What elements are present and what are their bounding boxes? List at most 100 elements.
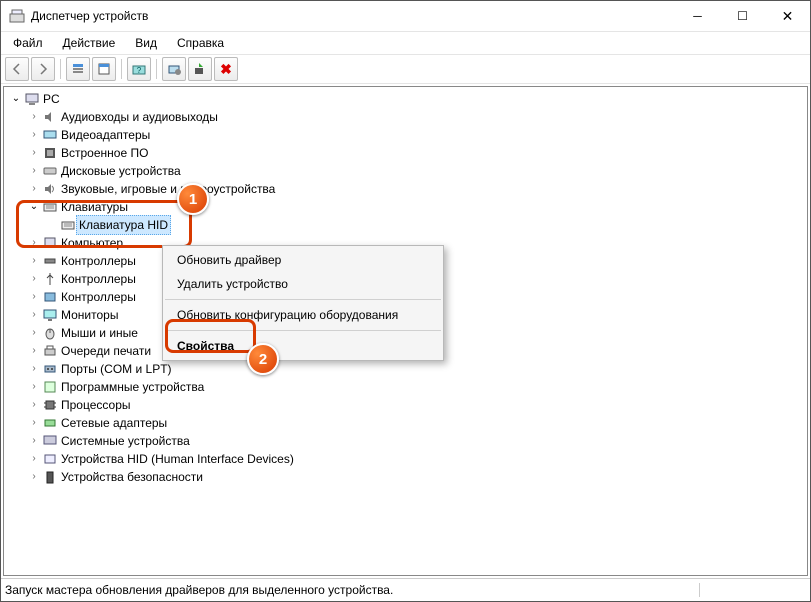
- keyboard-icon: [42, 199, 58, 215]
- expand-icon[interactable]: ›: [26, 270, 42, 288]
- window-controls: ─ ☐ ✕: [675, 1, 810, 31]
- node-label: Устройства HID (Human Interface Devices): [61, 450, 294, 468]
- expand-icon[interactable]: ›: [26, 342, 42, 360]
- tb-back[interactable]: [5, 57, 29, 81]
- tb-scan[interactable]: [162, 57, 186, 81]
- node-label: Системные устройства: [61, 432, 190, 450]
- cm-properties[interactable]: Свойства: [163, 334, 443, 358]
- node-label: Сетевые адаптеры: [61, 414, 167, 432]
- window-title: Диспетчер устройств: [31, 9, 675, 23]
- print-queue-icon: [42, 343, 58, 359]
- tb-details[interactable]: [66, 57, 90, 81]
- status-text: Запуск мастера обновления драйверов для …: [5, 583, 700, 597]
- node-label: Звуковые, игровые и видеоустройства: [61, 180, 275, 198]
- expand-icon[interactable]: ›: [26, 144, 42, 162]
- expand-icon[interactable]: ›: [26, 396, 42, 414]
- expand-icon[interactable]: ›: [26, 378, 42, 396]
- tb-help[interactable]: ?: [127, 57, 151, 81]
- expand-icon[interactable]: ›: [26, 288, 42, 306]
- tree-item[interactable]: › Сетевые адаптеры: [6, 414, 805, 432]
- node-label: Мониторы: [61, 306, 118, 324]
- toolbar-sep: [121, 59, 122, 79]
- expand-icon[interactable]: ›: [26, 360, 42, 378]
- node-label: Контроллеры: [61, 288, 136, 306]
- node-label: Дисковые устройства: [61, 162, 181, 180]
- maximize-button[interactable]: ☐: [720, 1, 765, 31]
- node-label: Программные устройства: [61, 378, 204, 396]
- tree-item-keyboard-hid[interactable]: Клавиатура HID: [6, 216, 805, 234]
- menubar: Файл Действие Вид Справка: [1, 32, 810, 54]
- usb-icon: [42, 271, 58, 287]
- expand-icon[interactable]: ›: [26, 162, 42, 180]
- node-label: Компьютер: [61, 234, 123, 252]
- close-button[interactable]: ✕: [765, 1, 810, 31]
- tree-item[interactable]: ›Видеоадаптеры: [6, 126, 805, 144]
- tree-item[interactable]: › Системные устройства: [6, 432, 805, 450]
- tree-item[interactable]: › Звуковые, игровые и видеоустройства: [6, 180, 805, 198]
- cm-update-driver[interactable]: Обновить драйвер: [163, 248, 443, 272]
- firmware-icon: [42, 145, 58, 161]
- device-manager-window: Диспетчер устройств ─ ☐ ✕ Файл Действие …: [0, 0, 811, 602]
- monitor-icon: [42, 307, 58, 323]
- audio-io-icon: [42, 109, 58, 125]
- node-label: Устройства безопасности: [61, 468, 203, 486]
- tree-item[interactable]: › Устройства безопасности: [6, 468, 805, 486]
- expand-icon[interactable]: ›: [26, 468, 42, 486]
- controller-icon: [42, 253, 58, 269]
- computer-icon: [42, 235, 58, 251]
- expand-icon[interactable]: ›: [26, 324, 42, 342]
- tree-item[interactable]: › Дисковые устройства: [6, 162, 805, 180]
- tree-item[interactable]: › Аудиовходы и аудиовыходы: [6, 108, 805, 126]
- expand-icon[interactable]: ›: [26, 234, 42, 252]
- expand-icon[interactable]: ›: [26, 180, 42, 198]
- tb-update[interactable]: [188, 57, 212, 81]
- node-label: Контроллеры: [61, 252, 136, 270]
- svg-text:?: ?: [137, 66, 142, 75]
- computer-icon: [24, 91, 40, 107]
- toolbar-sep: [156, 59, 157, 79]
- sound-icon: [42, 181, 58, 197]
- cm-separator: [165, 299, 441, 300]
- tree-item[interactable]: › Процессоры: [6, 396, 805, 414]
- tb-props[interactable]: [92, 57, 116, 81]
- expand-icon[interactable]: ›: [26, 252, 42, 270]
- cm-separator: [165, 330, 441, 331]
- node-label: Аудиовходы и аудиовыходы: [61, 108, 218, 126]
- expand-icon[interactable]: ›: [26, 126, 42, 144]
- tb-forward[interactable]: [31, 57, 55, 81]
- node-label: Встроенное ПО: [61, 144, 148, 162]
- app-icon: [9, 8, 25, 24]
- node-label: Очереди печати: [61, 342, 151, 360]
- expand-icon[interactable]: ›: [26, 306, 42, 324]
- x-icon: ✖: [220, 61, 232, 78]
- storage-controller-icon: [42, 289, 58, 305]
- expand-icon[interactable]: ›: [26, 108, 42, 126]
- display-adapter-icon: [42, 127, 58, 143]
- cm-remove-device[interactable]: Удалить устройство: [163, 272, 443, 296]
- expand-icon[interactable]: ›: [26, 432, 42, 450]
- node-label: Процессоры: [61, 396, 131, 414]
- system-device-icon: [42, 433, 58, 449]
- tree-item[interactable]: › Встроенное ПО: [6, 144, 805, 162]
- cm-rescan-hardware[interactable]: Обновить конфигурацию оборудования: [163, 303, 443, 327]
- expand-icon[interactable]: ⌄: [26, 198, 42, 216]
- menu-help[interactable]: Справка: [169, 34, 232, 52]
- menu-file[interactable]: Файл: [5, 34, 51, 52]
- menu-view[interactable]: Вид: [127, 34, 165, 52]
- expand-icon[interactable]: ⌄: [8, 90, 24, 108]
- context-menu: Обновить драйвер Удалить устройство Обно…: [162, 245, 444, 361]
- tree-root[interactable]: ⌄ PC: [6, 90, 805, 108]
- tb-uninstall[interactable]: ✖: [214, 57, 238, 81]
- hid-icon: [42, 451, 58, 467]
- tree-item-keyboards[interactable]: ⌄ Клавиатуры: [6, 198, 805, 216]
- node-label: Клавиатуры: [61, 198, 128, 216]
- titlebar: Диспетчер устройств ─ ☐ ✕: [1, 1, 810, 32]
- ports-icon: [42, 361, 58, 377]
- menu-action[interactable]: Действие: [55, 34, 124, 52]
- tree-item[interactable]: › Программные устройства: [6, 378, 805, 396]
- minimize-button[interactable]: ─: [675, 1, 720, 31]
- expand-icon[interactable]: ›: [26, 450, 42, 468]
- expand-icon[interactable]: ›: [26, 414, 42, 432]
- tree-item[interactable]: ›Порты (COM и LPT): [6, 360, 805, 378]
- tree-item[interactable]: › Устройства HID (Human Interface Devices…: [6, 450, 805, 468]
